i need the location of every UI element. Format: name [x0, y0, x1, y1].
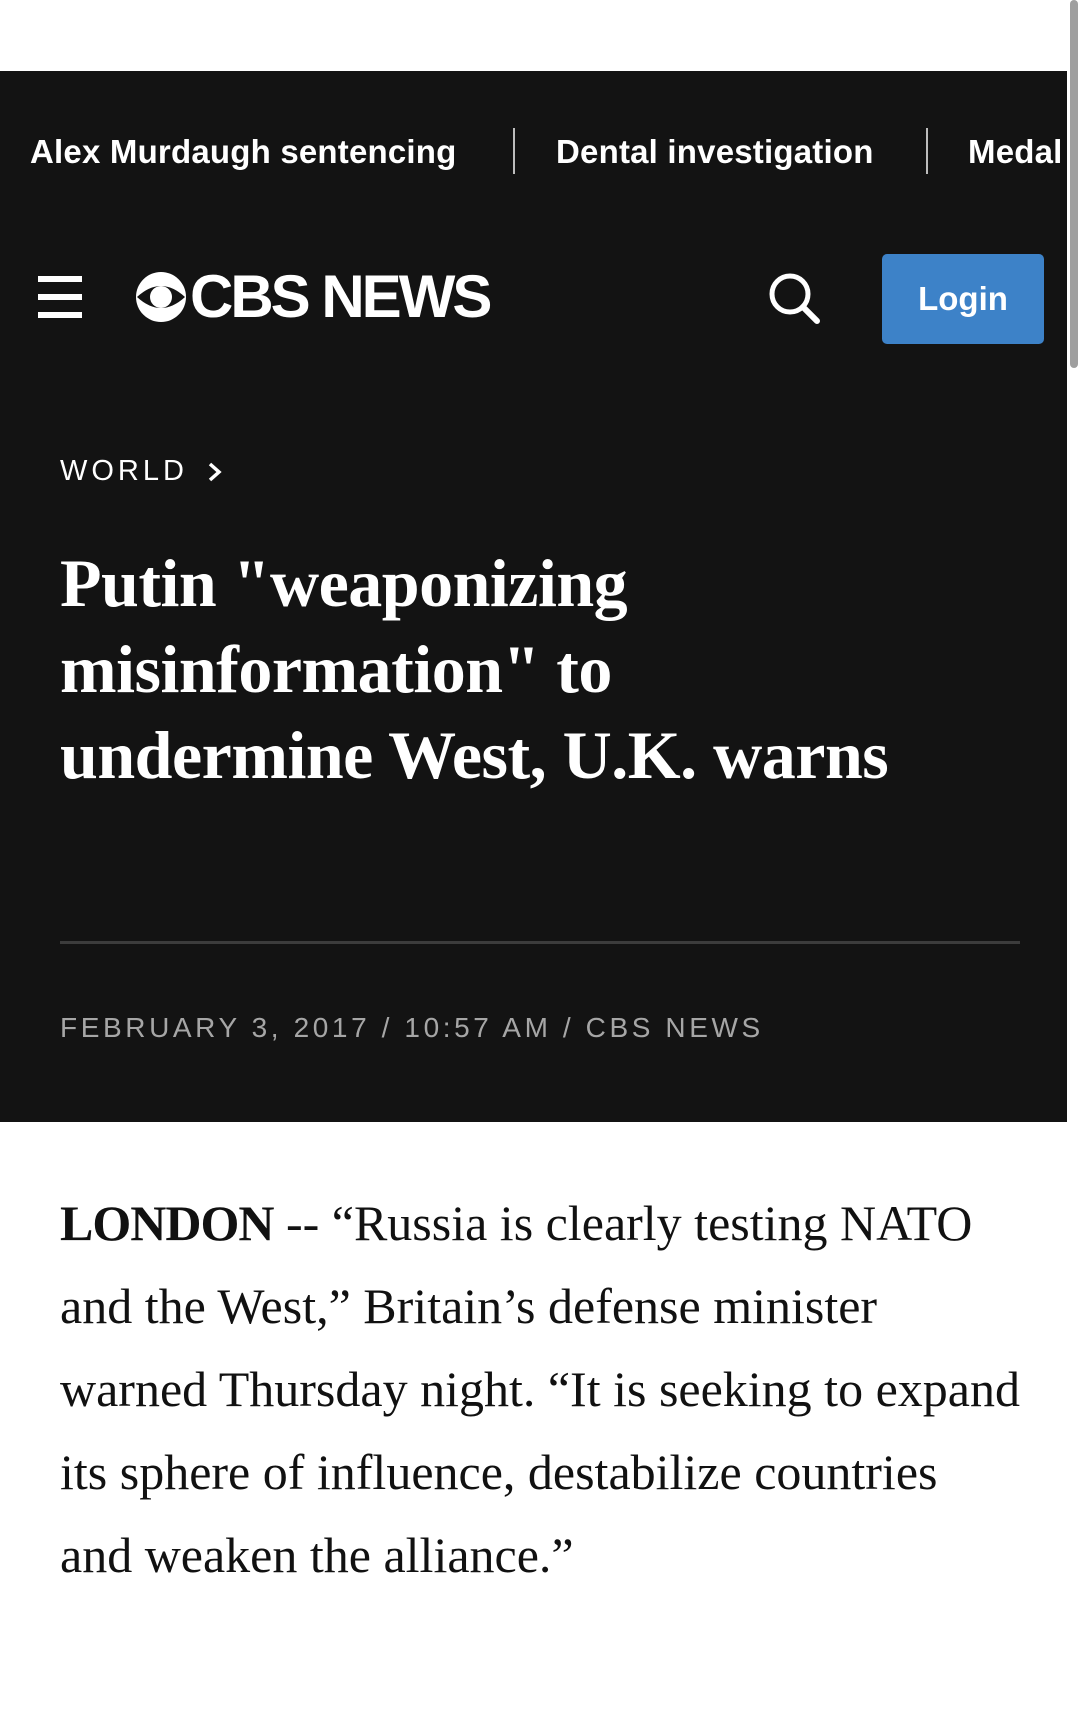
cbs-eye-icon [136, 272, 186, 322]
section-label: WORLD [60, 455, 188, 487]
trending-separator [513, 128, 515, 174]
scrollbar-thumb[interactable] [1070, 0, 1078, 368]
scrollbar[interactable] [1070, 0, 1080, 1718]
trending-topics-bar: Alex Murdaugh sentencing Dental investig… [0, 71, 1067, 236]
trending-separator [926, 128, 928, 174]
article-dateline: LONDON [60, 1195, 274, 1251]
menu-icon[interactable] [38, 276, 82, 318]
header-divider [60, 941, 1020, 944]
trending-link-medal[interactable]: Medal [968, 133, 1063, 171]
breadcrumb-section-world[interactable]: WORLD [60, 455, 224, 488]
browser-top-area [0, 0, 1080, 71]
chevron-right-icon [208, 462, 222, 481]
logo-wordmark: CBS NEWS [190, 263, 492, 330]
article-body-paragraph: LONDON -- “Russia is clearly testing NAT… [60, 1182, 1020, 1597]
trending-link-dental-investigation[interactable]: Dental investigation [556, 133, 874, 171]
trending-link-alex-murdaugh[interactable]: Alex Murdaugh sentencing [30, 133, 457, 171]
login-button[interactable]: Login [882, 254, 1044, 344]
article-byline: FEBRUARY 3, 2017 / 10:57 AM / CBS NEWS [60, 1012, 764, 1043]
article-body-text: -- “Russia is clearly testing NATO and t… [60, 1195, 1020, 1583]
cbs-news-logo[interactable]: CBS NEWS [134, 262, 492, 332]
article-headline: Putin "weaponizing misinformation" to un… [60, 545, 889, 793]
search-icon[interactable] [766, 270, 822, 326]
